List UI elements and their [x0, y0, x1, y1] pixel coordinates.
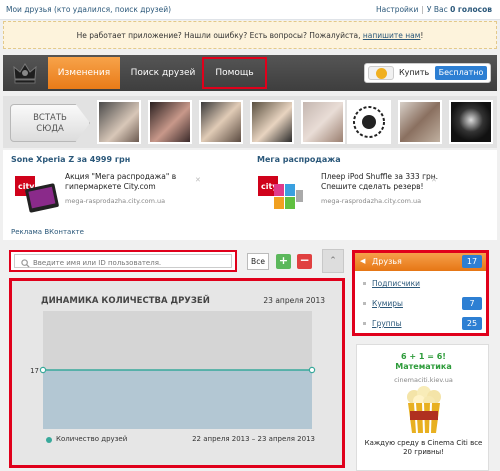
avatar[interactable] [347, 100, 391, 144]
ads-footer-link[interactable]: Реклама ВКонтакте [11, 228, 84, 236]
count-badge: 25 [462, 317, 482, 330]
avatar[interactable] [199, 100, 243, 144]
date-range: 22 апреля 2013 – 23 апреля 2013 [192, 435, 315, 443]
settings-link[interactable]: Настройки [376, 5, 418, 14]
ad-url: mega-rasprodazha.city.com.ua [65, 197, 166, 205]
promo-title: 6 + 1 = 6! Математика [357, 352, 490, 372]
menu-label: Друзья [372, 257, 402, 266]
arrow-left-icon: ◀ [360, 257, 366, 265]
app-title: Мои друзья (кто удалился, поиск друзей) [6, 5, 172, 14]
data-point [39, 366, 47, 374]
menu-item-idols[interactable]: Кумиры 7 [355, 295, 486, 313]
promo-title-line2: Математика [395, 362, 452, 371]
popcorn-image [407, 386, 441, 434]
tab-changes[interactable]: Изменения [48, 57, 120, 89]
all-select[interactable]: Все [247, 253, 269, 270]
search-box [9, 250, 237, 272]
menu-label: Подписчики [372, 279, 421, 288]
ad-url: mega-rasprodazha.city.com.ua [321, 197, 422, 205]
friends-chart-panel: 17 ДИНАМИКА КОЛИЧЕСТВА ДРУЗЕЙ 23 апреля … [9, 278, 345, 468]
balance-value: 0 голосов [450, 5, 492, 14]
chart-date: 23 апреля 2013 [263, 296, 325, 305]
nav-bar: Изменения Поиск друзей Помощь Купить Бес… [3, 55, 497, 91]
promo-ad[interactable]: 6 + 1 = 6! Математика cinemaciti.kiev.ua… [356, 344, 489, 471]
separator: | [421, 5, 424, 14]
remove-button[interactable]: − [297, 254, 312, 269]
top-bar: Мои друзья (кто удалился, поиск друзей) … [0, 0, 500, 20]
ad-text: Акция "Мега распродажа" в гипермаркете C… [65, 172, 177, 191]
crown-logo-icon [13, 63, 37, 84]
menu-label: Кумиры [372, 299, 403, 308]
notice-suffix: ! [420, 31, 424, 40]
chart-title: ДИНАМИКА КОЛИЧЕСТВА ДРУЗЕЙ [41, 296, 210, 306]
legend-marker [46, 437, 52, 443]
notice-text: Не работает приложение? Нашли ошибку? Ес… [76, 31, 363, 40]
tab-find-friends[interactable]: Поиск друзей [125, 57, 201, 89]
avatar[interactable] [398, 100, 442, 144]
collapse-button[interactable]: ⌃ [322, 249, 344, 273]
bullet-icon [363, 302, 366, 305]
count-badge: 17 [462, 255, 482, 268]
join-here-button[interactable]: ВСТАТЬ СЮДА [10, 104, 90, 142]
feedback-notice: Не работает приложение? Нашли ошибку? Ес… [3, 21, 497, 49]
friends-menu: ◀ Друзья 17 Подписчики Кумиры 7 Группы 2… [352, 250, 489, 336]
menu-label: Группы [372, 319, 402, 328]
menu-item-groups[interactable]: Группы 25 [355, 315, 486, 333]
series-area [43, 370, 312, 429]
menu-item-friends[interactable]: ◀ Друзья 17 [355, 253, 486, 271]
promo-text: Каждую среду в Cinema Citi все 20 гривны… [364, 439, 483, 456]
promo-url: cinemaciti.kiev.ua [394, 376, 453, 384]
avatar[interactable] [250, 100, 294, 144]
phone-ad-image[interactable]: city [13, 172, 61, 216]
tab-help[interactable]: Помощь [202, 57, 267, 89]
avatar[interactable] [301, 100, 345, 144]
menu-item-subscribers[interactable]: Подписчики [355, 275, 486, 293]
coin-icon [368, 66, 394, 80]
featured-strip: ВСТАТЬ СЮДА [3, 96, 497, 148]
search-input[interactable] [33, 257, 228, 269]
ad-title[interactable]: Sone Xperia Z за 4999 грн [11, 155, 130, 164]
add-button[interactable]: + [276, 254, 291, 269]
ad-title[interactable]: Мега распродажа [257, 155, 341, 164]
buy-button[interactable]: Купить [399, 68, 429, 77]
contact-link[interactable]: напишите нам [363, 31, 421, 40]
avatar[interactable] [148, 100, 192, 144]
count-badge: 7 [462, 297, 482, 310]
join-label-1: ВСТАТЬ [33, 113, 67, 123]
bullet-icon [363, 322, 366, 325]
balance-prefix: У Вас [426, 5, 448, 14]
bullet-icon [363, 282, 366, 285]
free-button[interactable]: Бесплатно [435, 66, 487, 80]
y-tick-label: 17 [30, 367, 39, 375]
avatar[interactable] [449, 100, 493, 144]
data-point [308, 366, 316, 374]
close-icon[interactable]: ✕ [195, 176, 201, 184]
promo-title-line1: 6 + 1 = 6! [401, 352, 446, 361]
search-icon [21, 259, 30, 268]
avatar[interactable] [97, 100, 141, 144]
ad-text: Плеер iPod Shuffle за 333 грн. Спешите с… [321, 172, 439, 191]
player-ad-image[interactable]: city [256, 172, 304, 216]
legend-label: Количество друзей [56, 435, 128, 443]
balance-box: Купить Бесплатно [364, 63, 491, 83]
search-field [14, 254, 232, 269]
join-label-2: СЮДА [36, 124, 64, 134]
top-right-links: Настройки | У Вас 0 голосов [376, 5, 492, 14]
close-icon[interactable]: ✕ [431, 176, 437, 184]
ads-block: Sone Xperia Z за 4999 грн city Акция "Ме… [3, 150, 497, 240]
